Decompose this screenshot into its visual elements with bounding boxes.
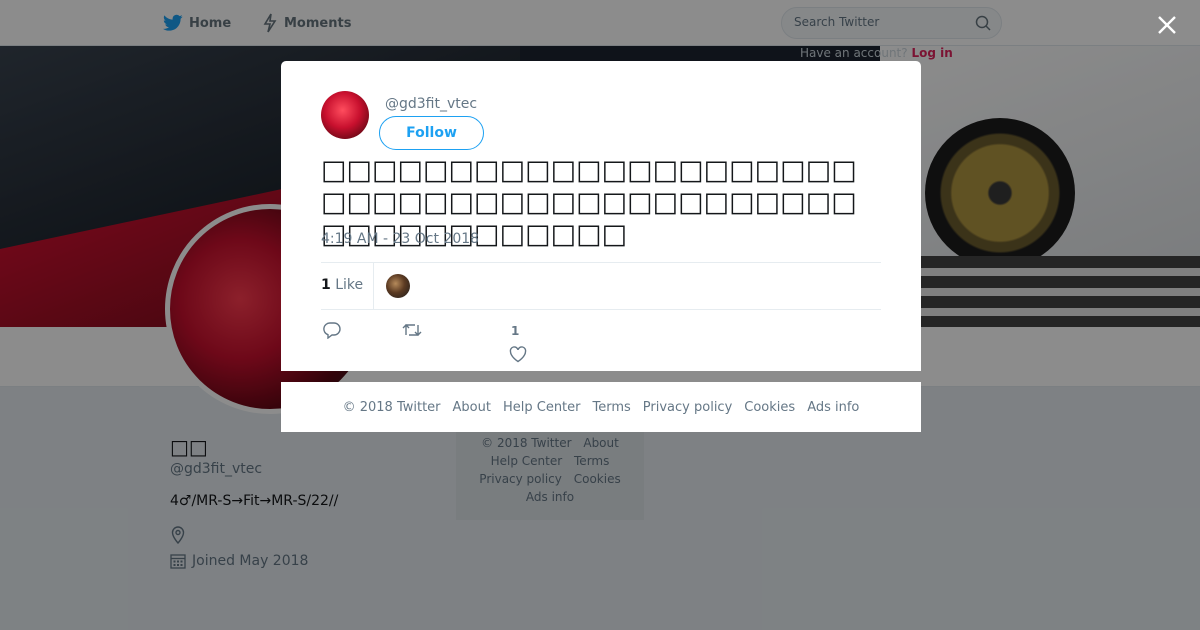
tweet-stats: 1 Like — [321, 262, 881, 310]
tweet-author-avatar[interactable] — [321, 91, 369, 139]
close-icon — [1158, 16, 1176, 34]
tweet-timestamp[interactable]: 4:19 AM - 23 Oct 2018 — [321, 231, 479, 247]
close-button[interactable] — [1153, 11, 1181, 39]
like-action-count: 1 — [511, 324, 520, 338]
retweet-button[interactable] — [402, 321, 422, 339]
modal-footer: © 2018 Twitter About Help Center Terms P… — [281, 382, 921, 432]
like-stat-label: Like — [335, 277, 364, 293]
tweet-author-handle[interactable]: @gd3fit_vtec — [385, 96, 477, 112]
like-stat-count: 1 — [321, 277, 331, 293]
tweet-modal: @gd3fit_vtec Follow □□□□□□□□□□□□□□□□□□□□… — [281, 61, 921, 371]
modal-footer-ads[interactable]: Ads info — [807, 400, 859, 415]
like-button[interactable] — [509, 346, 527, 363]
liker-avatar[interactable] — [386, 274, 410, 298]
like-stat[interactable]: 1 Like — [321, 277, 363, 293]
follow-button[interactable]: Follow — [379, 116, 484, 150]
modal-footer-copyright: © 2018 Twitter — [342, 399, 441, 415]
modal-footer-terms[interactable]: Terms — [593, 400, 631, 415]
modal-footer-help[interactable]: Help Center — [503, 400, 581, 415]
reply-button[interactable] — [323, 321, 341, 339]
stats-divider — [373, 263, 374, 309]
reply-icon — [323, 322, 341, 339]
modal-footer-cookies[interactable]: Cookies — [744, 400, 795, 415]
modal-footer-privacy[interactable]: Privacy policy — [643, 400, 732, 415]
heart-icon — [509, 346, 527, 363]
retweet-icon — [402, 324, 422, 336]
modal-footer-about[interactable]: About — [453, 400, 491, 415]
